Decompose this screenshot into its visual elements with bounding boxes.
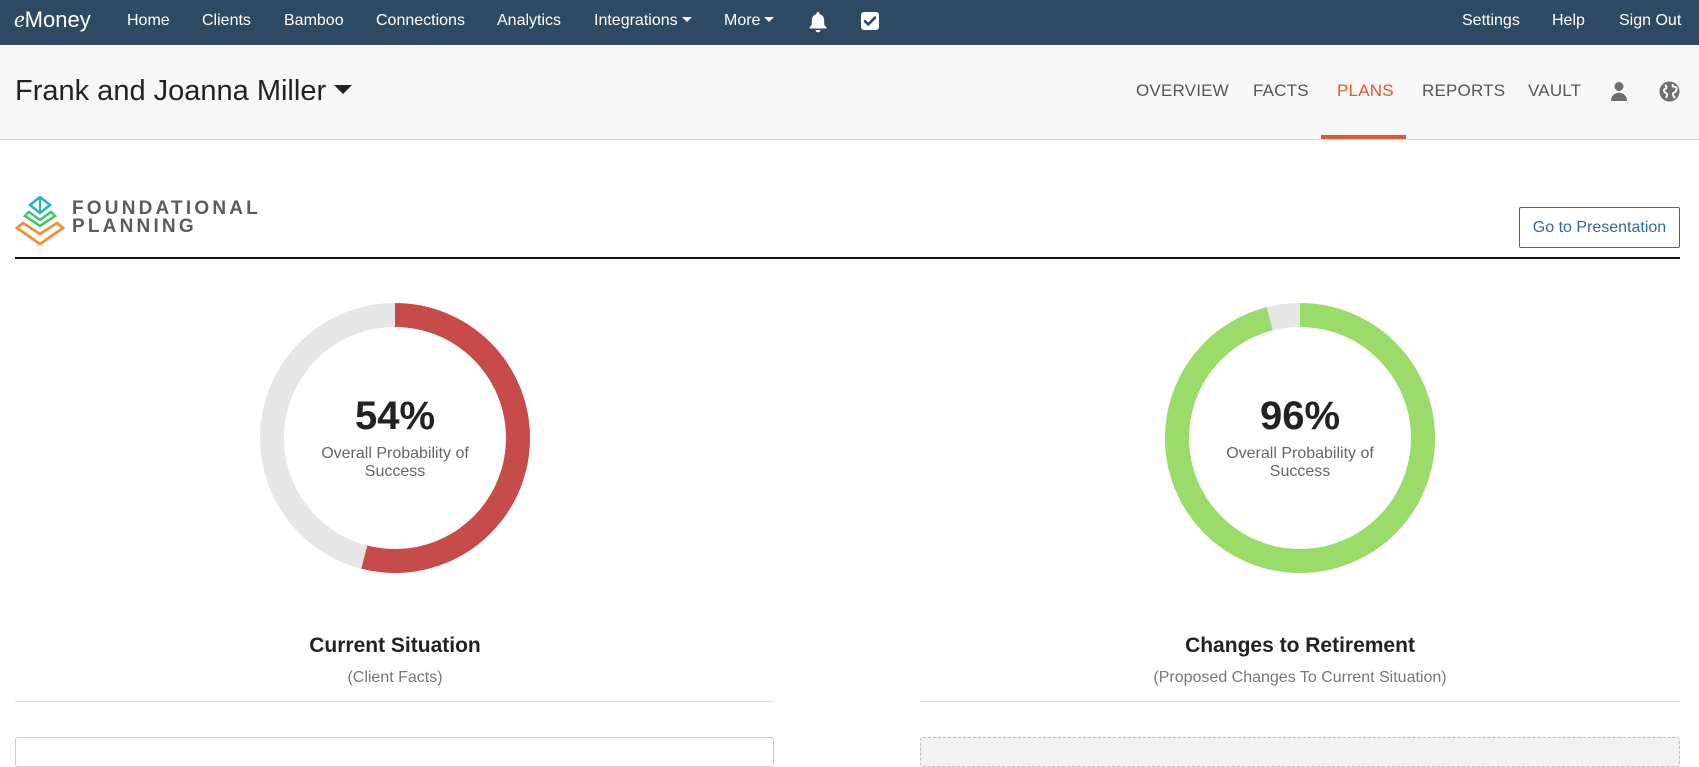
checkbox-icon[interactable] xyxy=(860,11,880,36)
scenario-card-current[interactable] xyxy=(15,737,774,767)
nav-sign-out[interactable]: Sign Out xyxy=(1619,12,1681,30)
tab-vault[interactable]: VAULT xyxy=(1528,81,1581,101)
client-name: Frank and Joanna Miller xyxy=(15,75,327,107)
scenario-subtitle-retirement: (Proposed Changes To Current Situation) xyxy=(1153,669,1447,686)
gauge-caption: Overall Probability of Success xyxy=(1226,445,1374,480)
nav-integrations[interactable]: Integrations xyxy=(594,12,692,30)
gauge-percent: 54% xyxy=(354,394,436,438)
person-icon[interactable] xyxy=(1610,81,1628,107)
globe-icon[interactable] xyxy=(1659,81,1680,107)
foundational-planning-logo-text: FOUNDATIONAL PLANNING xyxy=(72,199,261,237)
nav-more[interactable]: More xyxy=(724,12,775,30)
top-navbar: eMoney Home Clients Bamboo Connections A… xyxy=(0,0,1699,45)
caret-down-icon xyxy=(334,85,353,94)
nav-more-label: More xyxy=(724,12,761,29)
chevron-down-icon xyxy=(681,17,692,22)
probability-gauge-retirement: 96% Overall Probability of Success xyxy=(1164,302,1436,574)
logo-text: Money xyxy=(24,7,91,32)
bell-icon[interactable] xyxy=(808,11,828,38)
client-header: Frank and Joanna Miller OVERVIEW FACTS P… xyxy=(0,45,1699,140)
section-divider xyxy=(15,257,1680,259)
nav-settings[interactable]: Settings xyxy=(1462,12,1520,30)
chevron-down-icon xyxy=(764,17,775,22)
logo-e: e xyxy=(14,7,25,33)
scenario-card-retirement[interactable] xyxy=(920,737,1680,767)
gauge-percent: 96% xyxy=(1259,394,1341,438)
probability-gauge-current: 54% Overall Probability of Success xyxy=(259,302,531,574)
foundational-planning-pyramid-icon xyxy=(14,195,66,251)
scenario-title-retirement: Changes to Retirement xyxy=(1185,634,1415,657)
nav-clients[interactable]: Clients xyxy=(202,12,251,30)
tab-reports[interactable]: REPORTS xyxy=(1422,81,1505,101)
gauge-caption: Overall Probability of Success xyxy=(321,445,469,480)
client-name-dropdown[interactable]: Frank and Joanna Miller xyxy=(15,75,353,108)
go-to-presentation-button[interactable]: Go to Presentation xyxy=(1519,207,1680,248)
nav-integrations-label: Integrations xyxy=(594,12,678,29)
scenario-divider-current xyxy=(15,701,774,702)
nav-analytics[interactable]: Analytics xyxy=(497,12,561,30)
nav-bamboo[interactable]: Bamboo xyxy=(284,12,344,30)
logo-line-2: PLANNING xyxy=(72,216,197,237)
nav-home[interactable]: Home xyxy=(127,12,170,30)
scenario-subtitle-current: (Client Facts) xyxy=(347,669,443,686)
nav-help[interactable]: Help xyxy=(1552,12,1585,30)
nav-connections[interactable]: Connections xyxy=(376,12,465,30)
tab-plans[interactable]: PLANS xyxy=(1337,81,1394,101)
scenario-title-current: Current Situation xyxy=(309,634,481,657)
tab-overview[interactable]: OVERVIEW xyxy=(1136,81,1229,101)
scenario-divider-retirement xyxy=(920,701,1680,702)
active-tab-indicator xyxy=(1321,135,1406,139)
emoney-logo[interactable]: eMoney xyxy=(14,7,91,34)
tab-facts[interactable]: FACTS xyxy=(1253,81,1309,101)
